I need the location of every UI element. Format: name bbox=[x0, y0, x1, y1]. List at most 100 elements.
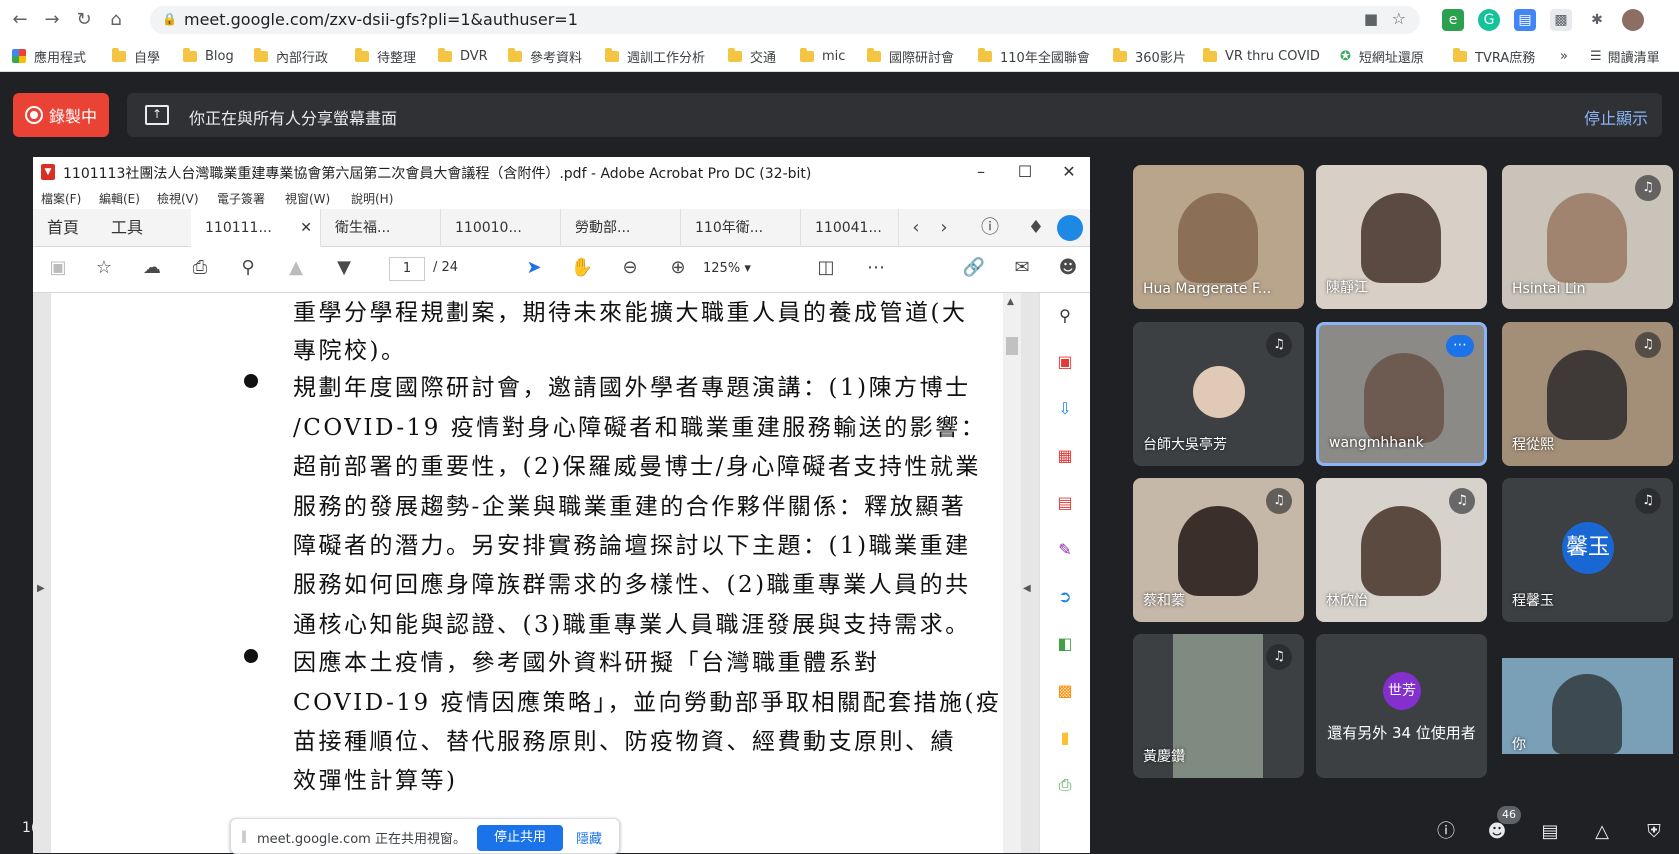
extensions-icon[interactable]: ✱ bbox=[1586, 9, 1608, 31]
address-bar[interactable]: 🔒 meet.google.com/zxv-dsii-gfs?pli=1&aut… bbox=[150, 6, 1420, 34]
bell-icon[interactable]: ♦ bbox=[1023, 215, 1049, 241]
zoom-out-icon[interactable]: ⊖ bbox=[617, 255, 643, 281]
menu-edit[interactable]: 編輯(E) bbox=[99, 190, 140, 207]
compress-icon[interactable]: ◧ bbox=[1052, 631, 1078, 657]
tab-document[interactable]: 110010... bbox=[441, 209, 561, 247]
bookmark-item[interactable]: DVR bbox=[438, 47, 488, 65]
participant-tile[interactable]: Hua Margerate F... bbox=[1133, 165, 1304, 309]
bookmark-apps[interactable]: 應用程式 bbox=[12, 47, 86, 66]
participant-tile[interactable]: 馨玉 ♫ 程馨玉 bbox=[1502, 478, 1673, 622]
vertical-scrollbar[interactable]: ▲ bbox=[1003, 293, 1021, 853]
participant-tile[interactable]: ♫ 程從熙 bbox=[1502, 322, 1673, 466]
fit-page-icon[interactable]: ◫ bbox=[813, 255, 839, 281]
cast-icon[interactable]: ▩ bbox=[1550, 9, 1572, 31]
bookmark-item[interactable]: 交通 bbox=[728, 47, 776, 66]
bookmark-item[interactable]: VR thru COVID bbox=[1203, 47, 1320, 65]
back-icon[interactable]: ← bbox=[8, 8, 32, 32]
bookmark-item[interactable]: 110年全國聯會 bbox=[978, 47, 1090, 66]
participant-tile[interactable]: ♫ 黃慶鑽 bbox=[1133, 634, 1304, 778]
bookmark-item[interactable]: 內部行政 bbox=[254, 47, 328, 66]
tab-document[interactable]: 勞動部... bbox=[561, 209, 681, 247]
bookmark-item[interactable]: 國際研討會 bbox=[867, 47, 954, 66]
select-cursor-icon[interactable]: ➤ bbox=[521, 255, 547, 281]
info-icon[interactable]: ⓘ bbox=[1432, 818, 1460, 846]
grammarly-icon[interactable]: G bbox=[1478, 9, 1500, 31]
participant-tile[interactable]: 陳靜江 bbox=[1316, 165, 1487, 309]
edit-pdf-icon[interactable]: ▤ bbox=[1052, 490, 1078, 516]
more-options-icon[interactable]: ⋯ bbox=[1446, 335, 1474, 357]
activities-icon[interactable]: △ bbox=[1588, 818, 1616, 846]
protect-icon[interactable]: ▩ bbox=[1052, 678, 1078, 704]
tab-document[interactable]: 衛生福... bbox=[321, 209, 441, 247]
bookmark-item[interactable]: ✪ 短網址還原 bbox=[1340, 47, 1424, 66]
participant-tile[interactable]: ♫ 林欣怡 bbox=[1316, 478, 1487, 622]
stop-showing-button[interactable]: 停止顯示 bbox=[1584, 105, 1648, 129]
email-icon[interactable]: ✉ bbox=[1009, 255, 1035, 281]
evernote-icon[interactable]: e bbox=[1442, 9, 1464, 31]
tab-document[interactable]: 110年衛... bbox=[681, 209, 801, 247]
help-icon[interactable]: ⓘ bbox=[977, 215, 1003, 241]
zoom-select[interactable]: 125% ▾ bbox=[687, 257, 767, 281]
tab-document-active[interactable]: 110111... ✕ bbox=[191, 209, 321, 247]
page-number-input[interactable]: 1 bbox=[389, 257, 425, 281]
left-panel-toggle[interactable]: ▶ bbox=[33, 293, 51, 853]
menu-window[interactable]: 視窗(W) bbox=[285, 190, 330, 207]
tab-tools[interactable]: 工具 bbox=[111, 209, 143, 247]
participant-tile[interactable]: ♫ 台師大吳亭芳 bbox=[1133, 322, 1304, 466]
drag-handle-icon[interactable]: ‖ bbox=[241, 829, 247, 843]
docs-icon[interactable]: ▤ bbox=[1514, 9, 1536, 31]
export-pdf-icon[interactable]: ⇩ bbox=[1052, 396, 1078, 422]
profile-avatar[interactable] bbox=[1622, 9, 1644, 31]
create-pdf-icon[interactable]: ▣ bbox=[1052, 349, 1078, 375]
zoom-search-icon[interactable]: ⚲ bbox=[235, 255, 261, 281]
host-controls-icon[interactable]: ⛨ bbox=[1640, 818, 1668, 846]
bookmark-item[interactable]: TVRA庶務 bbox=[1453, 47, 1535, 66]
bookmark-item[interactable]: 參考資料 bbox=[508, 47, 582, 66]
tab-close-icon[interactable]: ✕ bbox=[300, 209, 312, 247]
print-production-icon[interactable]: ⎙ bbox=[1052, 772, 1078, 798]
account-icon[interactable] bbox=[1057, 215, 1083, 241]
print-icon[interactable]: ⎙ bbox=[187, 255, 213, 281]
bookmark-item[interactable]: 360影片 bbox=[1113, 47, 1186, 66]
menu-esign[interactable]: 電子簽署 bbox=[217, 190, 265, 207]
participant-tile[interactable]: ♫ 蔡和蓁 bbox=[1133, 478, 1304, 622]
star-icon[interactable]: ☆ bbox=[1392, 9, 1406, 28]
menu-help[interactable]: 說明(H) bbox=[351, 190, 393, 207]
organize-pages-icon[interactable]: ▦ bbox=[1052, 443, 1078, 469]
home-icon[interactable]: ⌂ bbox=[104, 8, 128, 32]
expand-right-icon[interactable]: ◀ bbox=[1023, 583, 1031, 594]
stop-sharing-button[interactable]: 停止共用 bbox=[477, 825, 563, 851]
reading-list[interactable]: ☰ 閱讀清單 bbox=[1590, 47, 1660, 66]
reload-icon[interactable]: ↻ bbox=[72, 8, 96, 32]
fill-sign-icon[interactable]: ✎ bbox=[1052, 537, 1078, 563]
link-icon[interactable]: 🔗 bbox=[961, 255, 987, 281]
menu-view[interactable]: 檢視(V) bbox=[157, 190, 199, 207]
next-page-icon[interactable]: ▼ bbox=[331, 255, 357, 281]
participant-tile-active[interactable]: ⋯ wangmhhank bbox=[1316, 322, 1487, 466]
scroll-thumb[interactable] bbox=[1006, 337, 1018, 355]
chat-icon[interactable]: ▤ bbox=[1536, 818, 1564, 846]
more-icon[interactable]: ⋯ bbox=[863, 255, 889, 281]
zoom-tool-icon[interactable]: ⚲ bbox=[1052, 303, 1078, 329]
save-icon[interactable]: ▣ bbox=[45, 255, 71, 281]
scroll-up-icon[interactable]: ▲ bbox=[1007, 297, 1014, 307]
self-tile[interactable]: 你 bbox=[1502, 634, 1673, 778]
participant-tile[interactable]: ♫ Hsintai Lin bbox=[1502, 165, 1673, 309]
bookmark-item[interactable]: Blog bbox=[183, 47, 234, 65]
bookmark-item[interactable]: 自學 bbox=[112, 47, 160, 66]
menu-file[interactable]: 檔案(F) bbox=[41, 190, 81, 207]
people-icon[interactable]: ☻ 46 bbox=[1483, 806, 1521, 846]
comment-icon[interactable]: ▮ bbox=[1052, 725, 1078, 751]
others-tile[interactable]: 世芳 還有另外 34 位使用者 bbox=[1316, 634, 1487, 778]
tab-document[interactable]: 110041... bbox=[801, 209, 899, 247]
bookmarks-overflow[interactable]: » bbox=[1560, 47, 1568, 65]
maximize-icon[interactable]: ☐ bbox=[1003, 159, 1047, 185]
recording-button[interactable]: 錄製中 bbox=[13, 93, 109, 137]
bookmark-star-icon[interactable]: ☆ bbox=[91, 255, 117, 281]
bookmark-item[interactable]: 待整理 bbox=[355, 47, 416, 66]
send-icon[interactable]: ➲ bbox=[1052, 584, 1078, 610]
prev-page-icon[interactable]: ▲ bbox=[283, 255, 309, 281]
add-user-icon[interactable]: ☻ bbox=[1055, 255, 1081, 281]
forward-icon[interactable]: → bbox=[40, 8, 64, 32]
chevron-right-icon[interactable]: › bbox=[931, 215, 957, 241]
